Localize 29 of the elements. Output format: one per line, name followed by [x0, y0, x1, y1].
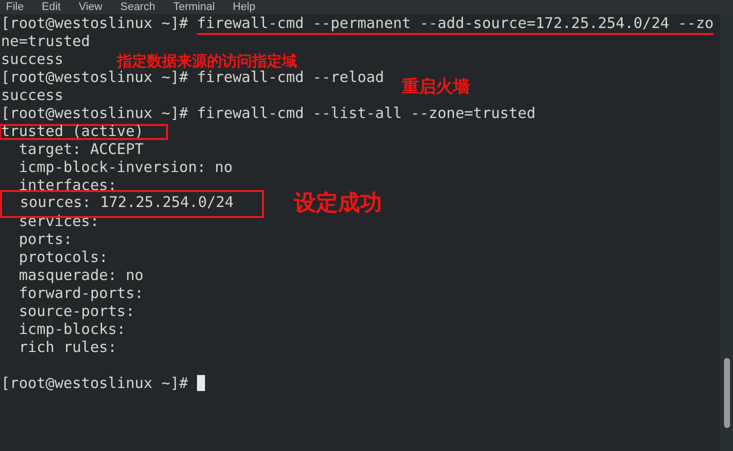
command-text: firewall-cmd --reload [197, 69, 384, 86]
scrollbar-thumb[interactable] [724, 358, 730, 428]
shell-prompt: [root@westoslinux ~]# [1, 15, 190, 32]
output-line: source-ports: [18, 303, 136, 320]
menu-item[interactable]: Edit [42, 1, 61, 13]
menu-item[interactable]: Help [232, 1, 256, 13]
output-line: icmp-blocks: [18, 321, 127, 338]
menu-item[interactable]: Terminal [173, 1, 215, 13]
output-line: protocols: [18, 249, 109, 266]
output-line: forward-ports: [18, 285, 145, 302]
output-line: rich rules: [18, 339, 118, 356]
output-line: ne=trusted [1, 33, 90, 50]
output-line: icmp-block-inversion: no [18, 159, 233, 176]
shell-prompt: [root@westoslinux ~]# [1, 105, 190, 122]
annotation-text: 设定成功 [294, 190, 382, 218]
output-line: success [1, 87, 64, 104]
menu-item[interactable]: Search [120, 1, 156, 13]
shell-prompt: [root@westoslinux ~]# [1, 375, 190, 392]
shell-prompt: [root@westoslinux ~]# [1, 69, 190, 86]
output-line: masquerade: no [18, 267, 144, 284]
underlined-command: firewall-cmd --permanent --add-source=172.25.254.0/24 --zo [197, 15, 714, 32]
annotation-text: 指定数据来源的访问指定域 [117, 52, 297, 70]
output-line: ports: [18, 231, 74, 248]
annotation-text: 重启火墙 [402, 77, 470, 98]
menu-item[interactable]: View [78, 1, 102, 13]
output-line: target: ACCEPT [18, 141, 144, 158]
menu-item[interactable]: File [6, 1, 24, 13]
command-text: firewall-cmd --list-all --zone=trusted [197, 105, 536, 122]
output-line: success [1, 51, 64, 68]
